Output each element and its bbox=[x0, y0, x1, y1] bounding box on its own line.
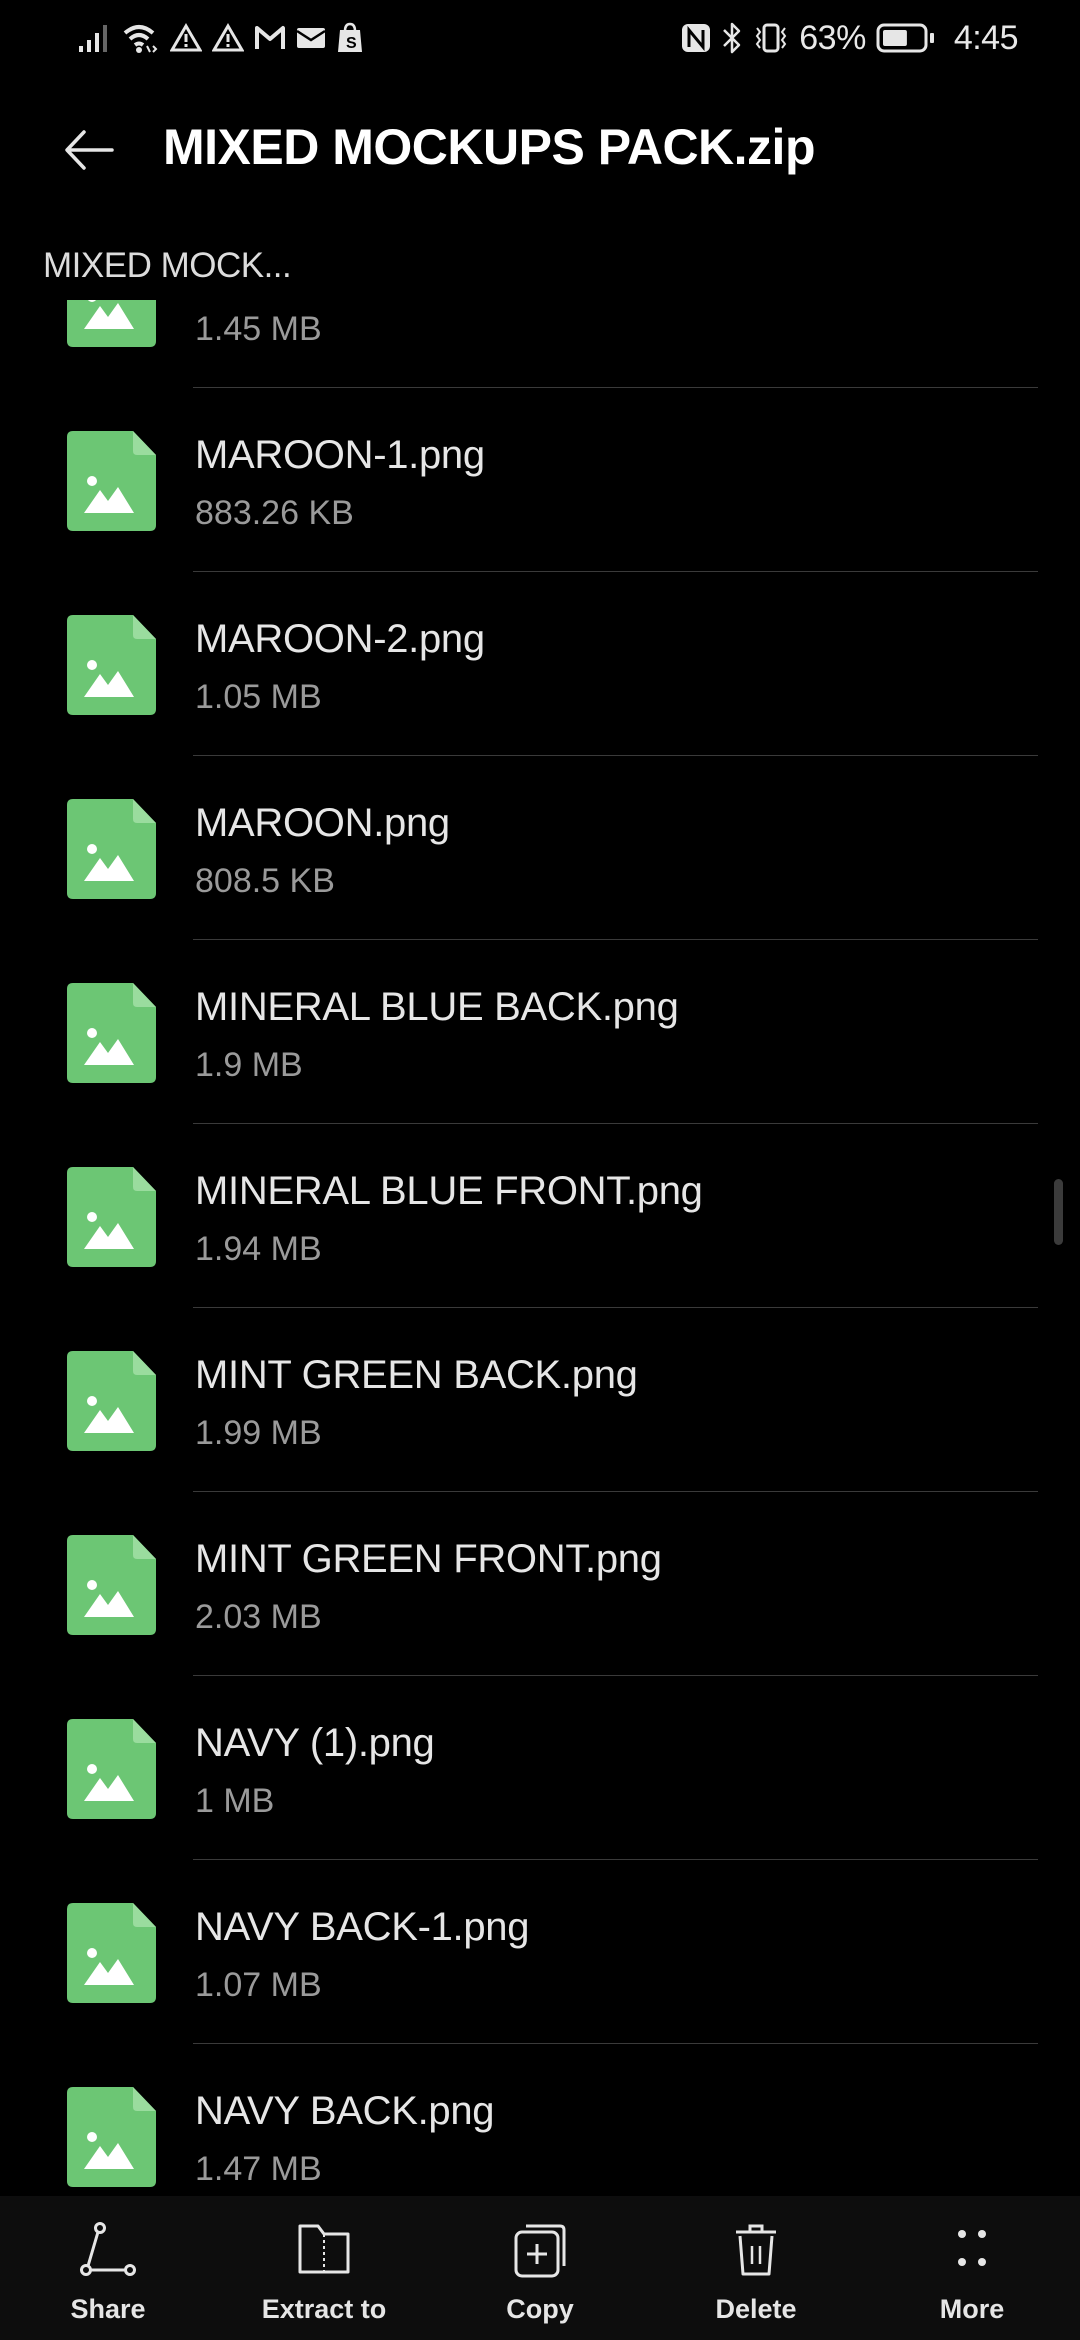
signal-icon bbox=[79, 25, 107, 52]
battery-icon bbox=[876, 23, 934, 53]
file-name: MINT GREEN BACK.png bbox=[195, 1353, 638, 1397]
vibrate-icon bbox=[756, 23, 787, 53]
warning-icon bbox=[170, 23, 202, 52]
extract-to-label: Extract to bbox=[261, 2294, 387, 2324]
image-file-icon bbox=[67, 1167, 156, 1267]
share-button[interactable]: Share bbox=[0, 2196, 216, 2340]
file-size: 1 MB bbox=[195, 1782, 275, 1820]
more-label: More bbox=[939, 2294, 1005, 2324]
list-item[interactable]: MINERAL BLUE FRONT.png 1.94 MB bbox=[0, 1124, 1080, 1308]
share-icon bbox=[80, 2222, 136, 2276]
scrollbar[interactable] bbox=[1054, 1179, 1063, 1245]
file-size: 883.26 KB bbox=[195, 494, 354, 532]
file-name: NAVY BACK.png bbox=[195, 2089, 495, 2133]
shopify-icon: S bbox=[338, 22, 362, 52]
list-item[interactable]: MINERAL BLUE BACK.png 1.9 MB bbox=[0, 940, 1080, 1124]
list-item[interactable]: NAVY (1).png 1 MB bbox=[0, 1676, 1080, 1860]
file-list[interactable]: 1.45 MB MAROON-1.png 883.26 KB MAROON-2.… bbox=[0, 300, 1080, 2196]
gmail-icon bbox=[255, 26, 285, 49]
app-bar: MIXED MOCKUPS PACK.zip bbox=[0, 100, 1080, 200]
back-button[interactable] bbox=[60, 120, 120, 180]
file-name: NAVY BACK-1.png bbox=[195, 1905, 530, 1949]
file-name: MAROON.png bbox=[195, 801, 450, 845]
more-dots-icon bbox=[958, 2230, 986, 2266]
file-size: 808.5 KB bbox=[195, 862, 335, 900]
file-size: 1.47 MB bbox=[195, 2150, 322, 2188]
bluetooth-icon bbox=[723, 22, 741, 54]
svg-text:S: S bbox=[346, 35, 357, 52]
list-item[interactable]: NAVY BACK.png 1.47 MB bbox=[0, 2044, 1080, 2196]
copy-button[interactable]: Copy bbox=[432, 2196, 648, 2340]
delete-button[interactable]: Delete bbox=[648, 2196, 864, 2340]
page-title: MIXED MOCKUPS PACK.zip bbox=[163, 119, 816, 175]
list-item[interactable]: MINT GREEN FRONT.png 2.03 MB bbox=[0, 1492, 1080, 1676]
file-size: 2.03 MB bbox=[195, 1598, 322, 1636]
image-file-icon bbox=[67, 799, 156, 899]
image-file-icon bbox=[67, 431, 156, 531]
file-name: MINT GREEN FRONT.png bbox=[195, 1537, 662, 1581]
more-button[interactable]: More bbox=[864, 2196, 1080, 2340]
image-file-icon bbox=[67, 300, 156, 347]
file-size: 1.94 MB bbox=[195, 1230, 322, 1268]
breadcrumb[interactable]: MIXED MOCK... bbox=[43, 246, 292, 286]
battery-percent: 63% bbox=[799, 18, 866, 57]
image-file-icon bbox=[67, 1351, 156, 1451]
copy-icon bbox=[514, 2224, 566, 2278]
list-item[interactable]: MAROON-2.png 1.05 MB bbox=[0, 572, 1080, 756]
delete-label: Delete bbox=[715, 2294, 797, 2324]
file-name: MINERAL BLUE BACK.png bbox=[195, 985, 679, 1029]
list-item[interactable]: MAROON.png 808.5 KB bbox=[0, 756, 1080, 940]
copy-label: Copy bbox=[506, 2294, 574, 2324]
file-size: 1.9 MB bbox=[195, 1046, 303, 1084]
image-file-icon bbox=[67, 2087, 156, 2187]
file-name: MAROON-2.png bbox=[195, 617, 485, 661]
image-file-icon bbox=[67, 1719, 156, 1819]
warning-icon bbox=[212, 23, 244, 52]
mail-icon bbox=[296, 28, 326, 48]
wifi-icon bbox=[123, 25, 158, 53]
list-item[interactable]: MAROON-1.png 883.26 KB bbox=[0, 388, 1080, 572]
file-name: NAVY (1).png bbox=[195, 1721, 435, 1765]
file-size: 1.05 MB bbox=[195, 678, 322, 716]
extract-folder-icon bbox=[298, 2224, 350, 2274]
file-size: 1.99 MB bbox=[195, 1414, 322, 1452]
list-item[interactable]: 1.45 MB bbox=[0, 300, 1080, 388]
image-file-icon bbox=[67, 1535, 156, 1635]
status-right-icons: 63% 4:45 bbox=[681, 16, 1019, 60]
share-label: Share bbox=[70, 2294, 146, 2324]
image-file-icon bbox=[67, 983, 156, 1083]
list-item[interactable]: NAVY BACK-1.png 1.07 MB bbox=[0, 1860, 1080, 2044]
bottom-action-bar: Share Extract to Copy Delete More bbox=[0, 2196, 1080, 2340]
file-size: 1.07 MB bbox=[195, 1966, 322, 2004]
list-item[interactable]: MINT GREEN BACK.png 1.99 MB bbox=[0, 1308, 1080, 1492]
trash-icon bbox=[736, 2224, 776, 2276]
back-arrow-icon bbox=[65, 130, 114, 170]
file-name: MAROON-1.png bbox=[195, 433, 485, 477]
file-size: 1.45 MB bbox=[195, 310, 322, 348]
status-bar: S 63% 4:45 bbox=[0, 0, 1080, 76]
image-file-icon bbox=[67, 1903, 156, 2003]
extract-to-button[interactable]: Extract to bbox=[216, 2196, 432, 2340]
clock: 4:45 bbox=[953, 18, 1019, 57]
image-file-icon bbox=[67, 615, 156, 715]
file-name: MINERAL BLUE FRONT.png bbox=[195, 1169, 703, 1213]
status-left-icons: S bbox=[78, 18, 364, 58]
nfc-icon bbox=[682, 24, 711, 52]
